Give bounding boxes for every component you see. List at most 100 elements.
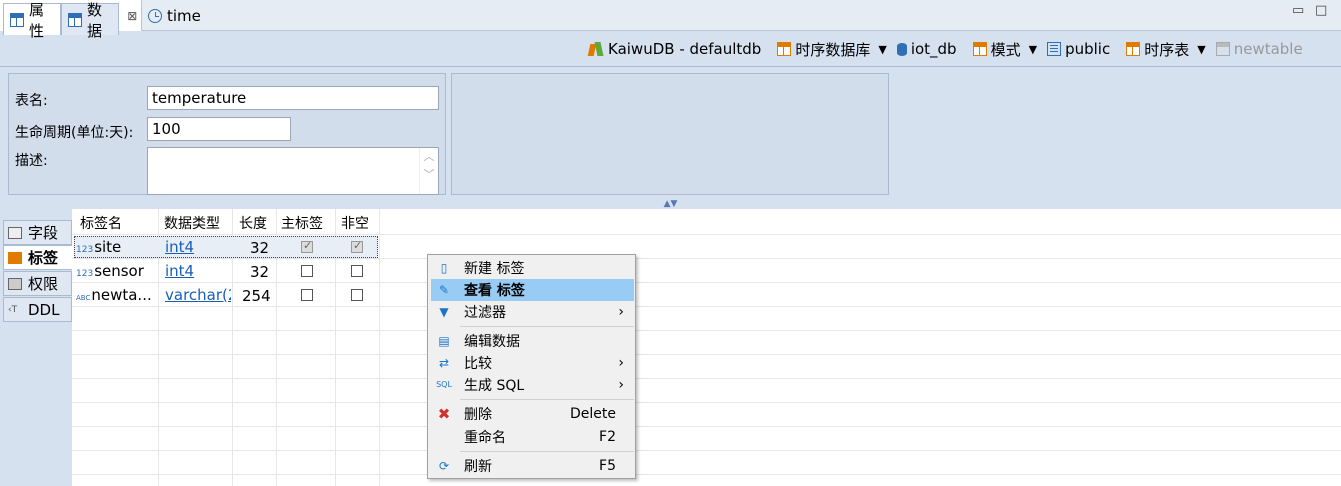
length-cell[interactable]: 32	[250, 239, 269, 257]
breadcrumb-schema[interactable]: public	[1065, 40, 1110, 58]
edit-pencil-icon: ✎	[438, 283, 450, 297]
menu-item-new-tag[interactable]: ▯ 新建 标签	[431, 257, 634, 279]
breadcrumb: KaiwuDB - defaultdb 时序数据库 ▼ iot_db 模式 ▼ …	[588, 31, 1303, 67]
menu-separator	[460, 399, 634, 400]
menu-separator	[460, 326, 634, 327]
menu-label: 重命名	[464, 430, 506, 446]
description-textarea[interactable]	[147, 147, 439, 195]
dropdown-arrow-icon[interactable]: ▼	[878, 43, 886, 56]
lifetime-input[interactable]	[147, 117, 291, 141]
clock-icon	[148, 8, 162, 23]
properties-panel: 表名: 生命周期(单位:天): 描述: ︿ ﹀	[8, 73, 446, 195]
data-type-link[interactable]: int4	[165, 238, 194, 256]
dropdown-arrow-icon[interactable]: ▼	[1197, 43, 1205, 56]
submenu-arrow-icon: ›	[618, 304, 624, 320]
not-null-checkbox[interactable]	[351, 289, 363, 301]
scroll-up-icon[interactable]: ︿	[420, 148, 438, 166]
kaiwudb-icon	[588, 41, 604, 57]
tab-label: time	[167, 6, 201, 25]
column-header[interactable]: 标签名	[80, 213, 122, 233]
key-icon	[8, 277, 22, 290]
close-tab-icon[interactable]: ⊠	[127, 9, 137, 23]
tab-columns[interactable]: 字段	[3, 220, 72, 245]
not-null-checkbox[interactable]	[351, 265, 363, 277]
menu-item-refresh[interactable]: ⟳ 刷新 F5	[431, 455, 634, 477]
menu-item-view-tag[interactable]: ✎ 查看 标签	[431, 279, 634, 301]
tag-name-cell[interactable]: ABCnewta...	[76, 286, 152, 304]
minimize-icon[interactable]: ▭	[1292, 3, 1304, 18]
schema-icon	[1047, 42, 1062, 56]
tab-label: DDL	[28, 300, 60, 319]
menu-item-generate-sql[interactable]: SQL 生成 SQL ›	[431, 374, 634, 396]
data-type-link[interactable]: varchar(2	[165, 286, 231, 304]
breadcrumb-table-type[interactable]: 时序表	[1144, 39, 1189, 60]
tab-label: 字段	[28, 224, 59, 242]
edit-data-icon: ▤	[438, 334, 450, 348]
breadcrumb-db-type[interactable]: 时序数据库	[795, 39, 870, 60]
tab-label: 标签	[28, 249, 59, 267]
app-window: temperature ⊠ time ▭ □ 属性 数据 KaiwuDB - d…	[0, 0, 1341, 486]
breadcrumb-connection[interactable]: KaiwuDB - defaultdb	[608, 40, 761, 58]
data-type-link[interactable]: int4	[165, 262, 194, 280]
menu-label: 查看 标签	[464, 283, 525, 299]
context-menu: ▯ 新建 标签 ✎ 查看 标签 ▼ 过滤器 › ▤ 编辑数据 ⇄ 比较 › SQ…	[427, 254, 636, 479]
table-row[interactable]: 123sensor int4 32	[72, 260, 380, 282]
tag-name: newta...	[91, 286, 152, 304]
schema-type-icon	[972, 42, 987, 56]
editor-tab-bar: temperature ⊠ time ▭ □	[0, 0, 1341, 31]
length-cell[interactable]: 32	[250, 263, 269, 281]
tab-label: 属性	[29, 0, 45, 40]
tab-properties[interactable]: 属性	[3, 1, 61, 40]
primary-tag-checkbox[interactable]	[301, 289, 313, 301]
menu-item-filter[interactable]: ▼ 过滤器 ›	[431, 301, 634, 323]
table-name-label: 表名:	[15, 93, 48, 109]
splitter-handle[interactable]: ▲▼	[0, 199, 1341, 209]
columns-icon	[8, 226, 22, 239]
tag-name-cell[interactable]: 123site	[76, 238, 121, 256]
description-label: 描述:	[15, 153, 48, 169]
new-table-icon	[1215, 42, 1230, 56]
breadcrumb-schema-type[interactable]: 模式	[991, 39, 1021, 60]
column-header[interactable]: 数据类型	[164, 213, 220, 233]
not-null-checkbox[interactable]	[351, 239, 363, 253]
submenu-arrow-icon: ›	[618, 377, 624, 393]
tab-label: 数据	[87, 0, 103, 40]
menu-item-compare[interactable]: ⇄ 比较 ›	[431, 352, 634, 374]
menu-item-edit-data[interactable]: ▤ 编辑数据	[431, 330, 634, 352]
primary-tag-checkbox[interactable]	[301, 239, 313, 253]
maximize-icon[interactable]: □	[1315, 3, 1327, 18]
submenu-arrow-icon: ›	[618, 355, 624, 371]
tag-name-cell[interactable]: 123sensor	[76, 262, 144, 280]
table-row[interactable]: ABCnewta... varchar(2 254	[72, 284, 380, 306]
dropdown-arrow-icon[interactable]: ▼	[1029, 43, 1037, 56]
tab-data[interactable]: 数据	[61, 1, 119, 40]
scroll-down-icon[interactable]: ﹀	[420, 166, 438, 184]
column-header[interactable]: 长度	[239, 213, 267, 233]
breadcrumb-database[interactable]: iot_db	[911, 40, 957, 58]
data-icon	[68, 12, 82, 27]
sql-icon: SQL	[436, 380, 452, 389]
tab-permissions[interactable]: 权限	[3, 271, 72, 296]
rename-spacer	[436, 429, 452, 445]
vertical-tab-bar: 字段 标签 权限 ‹T DDL	[0, 209, 72, 486]
tab-label: 权限	[28, 275, 59, 293]
primary-tag-checkbox[interactable]	[301, 265, 313, 277]
menu-label: 编辑数据	[464, 334, 520, 350]
menu-label: 过滤器	[464, 305, 506, 321]
tab-tags[interactable]: 标签	[3, 245, 72, 270]
table-row[interactable]: 123site int4 32	[72, 236, 380, 258]
description-scrollbar[interactable]: ︿ ﹀	[419, 148, 438, 194]
tag-name: sensor	[94, 262, 144, 280]
menu-item-rename[interactable]: 重命名 F2	[431, 426, 634, 448]
tab-ddl[interactable]: ‹T DDL	[3, 297, 72, 322]
column-header[interactable]: 非空	[341, 213, 369, 233]
column-header[interactable]: 主标签	[281, 213, 323, 233]
table-icon	[10, 12, 24, 27]
table-name-input[interactable]	[147, 86, 439, 110]
new-icon: ▯	[440, 261, 448, 275]
length-cell[interactable]: 254	[242, 287, 271, 305]
int-type-icon: 123	[76, 245, 94, 255]
tab-time[interactable]: time	[142, 0, 222, 31]
breadcrumb-new-table: newtable	[1233, 40, 1303, 58]
menu-item-delete[interactable]: ✖ 删除 Delete	[431, 403, 634, 425]
